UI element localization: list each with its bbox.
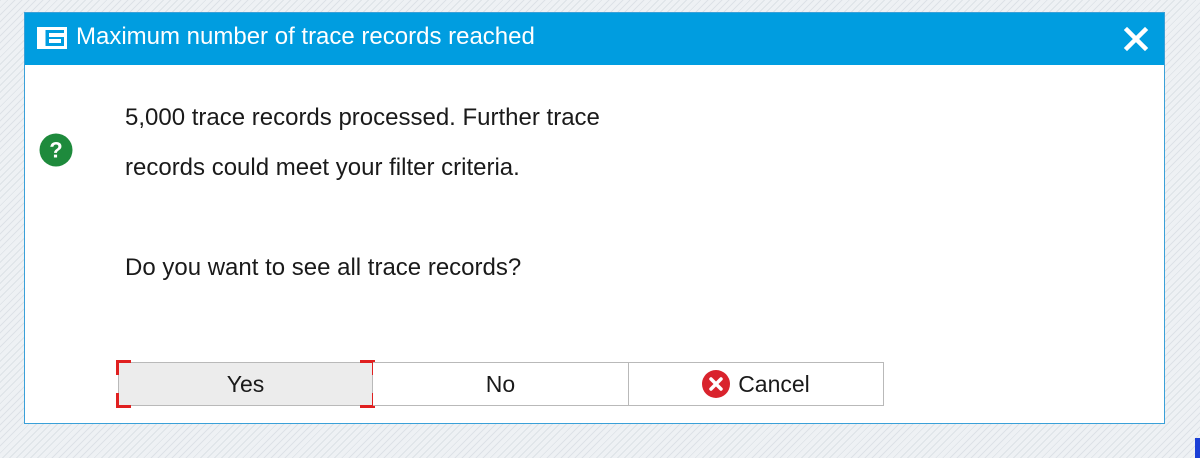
cancel-button[interactable]: Cancel	[629, 362, 884, 406]
dialog-title: Maximum number of trace records reached	[76, 23, 535, 50]
yes-button[interactable]: Yes	[116, 360, 375, 408]
svg-text:?: ?	[49, 138, 62, 163]
message-line-2: records could meet your filter criteria.	[125, 154, 520, 181]
dialog-window-icon	[37, 27, 67, 49]
dialog-titlebar: Maximum number of trace records reached	[25, 13, 1164, 65]
focus-corner-bl	[116, 393, 131, 408]
question-icon: ?	[39, 133, 73, 167]
message-question: Do you want to see all trace records?	[125, 254, 522, 281]
cancel-x-icon	[702, 370, 731, 398]
edge-marker	[1195, 438, 1200, 458]
no-button-label: No	[485, 370, 516, 397]
dialog-message: 5,000 trace records processed. Further t…	[125, 93, 765, 293]
focus-corner-tl	[116, 360, 131, 375]
yes-button-label: Yes	[226, 370, 265, 397]
cancel-button-label: Cancel	[738, 370, 810, 397]
confirmation-dialog: Maximum number of trace records reached …	[24, 12, 1165, 424]
no-button[interactable]: No	[373, 362, 629, 406]
close-icon[interactable]	[1122, 25, 1150, 53]
message-line-1: 5,000 trace records processed. Further t…	[125, 104, 600, 131]
